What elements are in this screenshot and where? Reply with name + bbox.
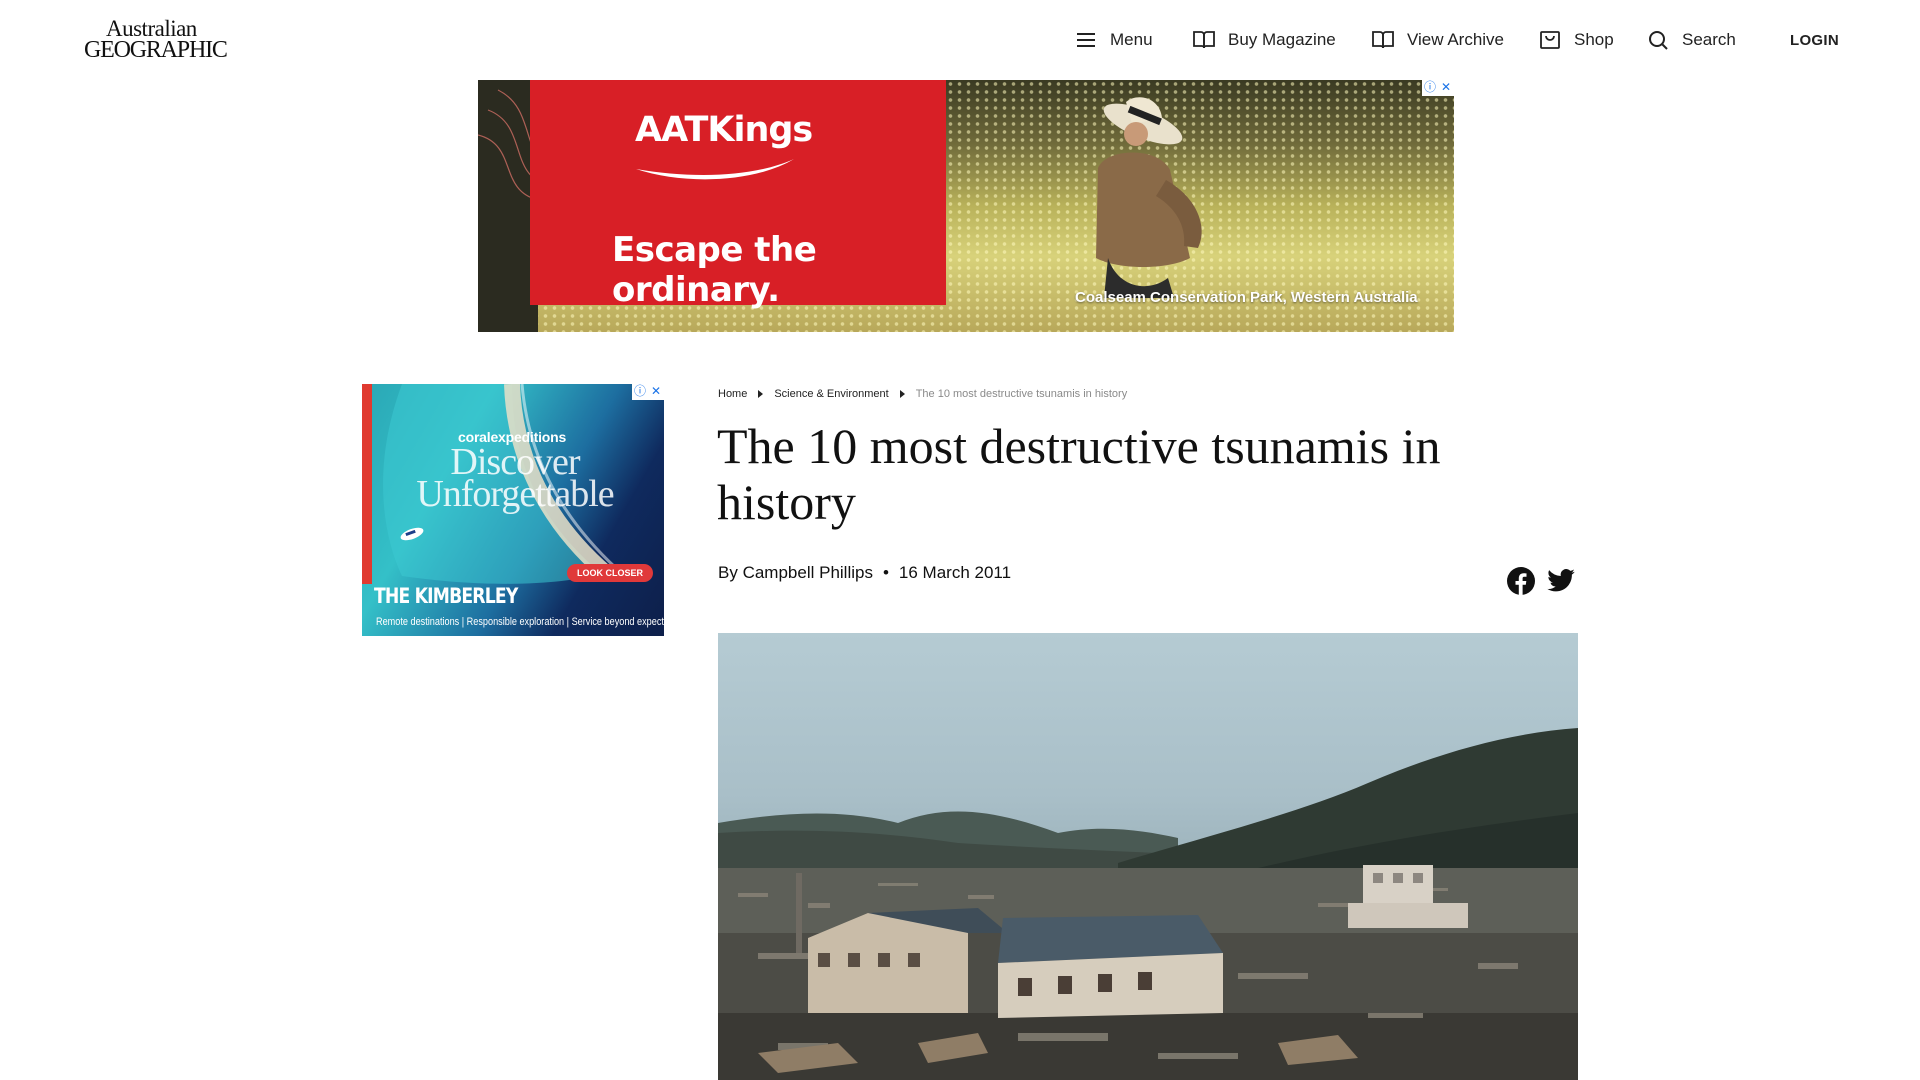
breadcrumb: Home Science & Environment The 10 most d…: [718, 388, 1127, 400]
shop-label: Shop: [1574, 30, 1614, 49]
menu-label: Menu: [1110, 30, 1153, 49]
shopping-box-icon: [1540, 31, 1560, 49]
breadcrumb-arrow-icon: [758, 390, 764, 398]
woman-in-hat-illustration: [1096, 97, 1202, 298]
search-icon: [1649, 31, 1668, 50]
buy-magazine-link[interactable]: Buy Magazine: [1192, 24, 1336, 56]
menu-button[interactable]: Menu: [1074, 24, 1153, 56]
view-archive-label: View Archive: [1407, 30, 1505, 49]
adchoices-info-icon[interactable]: ⓘ: [632, 384, 648, 400]
hamburger-icon: [1077, 33, 1095, 47]
author-link[interactable]: Campbell Phillips: [743, 563, 873, 583]
ad-side-subtitle: Remote destinations | Responsible explor…: [376, 616, 664, 628]
adchoices-badge[interactable]: ⓘ ✕: [632, 384, 664, 400]
breadcrumb-current: The 10 most destructive tsunamis in hist…: [915, 388, 1128, 400]
article-byline: By Campbell Phillips • 16 March 2011: [718, 563, 1011, 583]
site-logo[interactable]: Australian GEOGRAPHIC: [84, 16, 228, 63]
byline-separator: •: [882, 563, 889, 582]
publish-date: 16 March 2011: [898, 563, 1012, 582]
ad-side-title: THE KIMBERLEY: [374, 584, 518, 608]
facebook-icon: [1507, 567, 1535, 595]
buy-magazine-label: Buy Magazine: [1228, 30, 1336, 49]
brand-swoosh-icon: [636, 159, 794, 180]
look-closer-button[interactable]: LOOK CLOSER: [567, 564, 653, 582]
ad-side-red-edge: [362, 384, 372, 584]
headline-line-2: Unforgettable: [416, 473, 614, 515]
ad-side-headline: Discover Unforgettable: [410, 443, 620, 515]
search-label: Search: [1682, 30, 1736, 49]
adchoices-info-icon[interactable]: ⓘ: [1422, 80, 1438, 96]
share-facebook-button[interactable]: [1506, 566, 1536, 596]
author-prefix: By: [718, 563, 738, 582]
ad-tagline: Escape the ordinary.: [612, 230, 817, 310]
view-archive-link[interactable]: View Archive: [1371, 24, 1504, 56]
ad-close-icon[interactable]: ✕: [648, 384, 664, 400]
logo-line-2: GEOGRAPHIC: [84, 37, 228, 63]
aatkings-logo-text: AATKings: [635, 110, 813, 150]
login-button[interactable]: LOGIN: [1790, 24, 1839, 56]
shop-link[interactable]: Shop: [1538, 24, 1614, 56]
share-twitter-button[interactable]: [1546, 566, 1576, 596]
ad-photo-caption: Coalseam Conservation Park, Western Aust…: [1075, 289, 1418, 306]
ad-close-icon[interactable]: ✕: [1438, 80, 1454, 96]
top-banner-ad[interactable]: AATKings Escape the ordinary. Coalseam C…: [478, 80, 1454, 332]
open-book-icon: [1193, 31, 1215, 49]
tsunami-devastation-photo: [718, 728, 1578, 1080]
twitter-icon: [1547, 569, 1575, 592]
adchoices-badge[interactable]: ⓘ ✕: [1422, 80, 1454, 96]
open-book-icon: [1372, 31, 1394, 49]
site-header: Australian GEOGRAPHIC Menu Buy Magazine …: [0, 0, 1920, 80]
side-ad[interactable]: coralexpeditions Discover Unforgettable …: [362, 384, 664, 636]
ad-red-panel: AATKings Escape the ordinary.: [530, 80, 946, 310]
article-title: The 10 most destructive tsunamis in hist…: [717, 418, 1441, 530]
search-button[interactable]: Search: [1646, 24, 1736, 56]
breadcrumb-home[interactable]: Home: [718, 388, 747, 400]
breadcrumb-category[interactable]: Science & Environment: [774, 388, 888, 400]
breadcrumb-arrow-icon: [899, 390, 905, 398]
article-hero-image: [718, 633, 1578, 1080]
